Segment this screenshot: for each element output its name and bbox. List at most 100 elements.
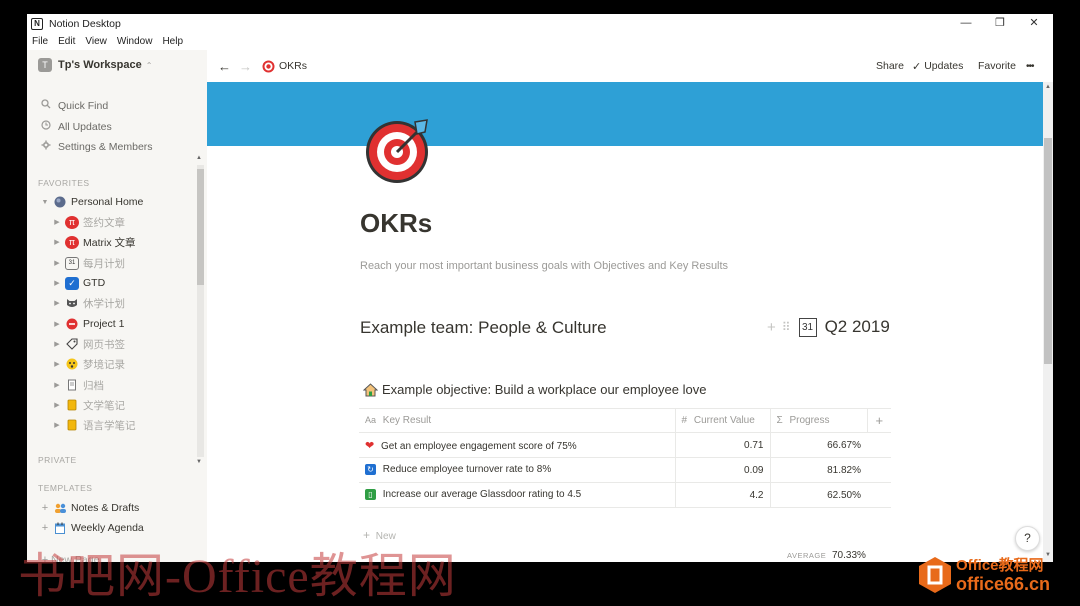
sidebar-page-5[interactable]: ▶ 休学计划 xyxy=(51,295,125,311)
collapsed-triangle-icon[interactable]: ▶ xyxy=(51,360,63,368)
page-cover[interactable] xyxy=(207,82,1043,146)
sidebar-page-8[interactable]: ▶ 梦境记录 xyxy=(51,356,125,372)
sidebar-page-9[interactable]: ▶ 归档 xyxy=(51,377,104,393)
sidebar-item-settings[interactable]: Settings & Members xyxy=(39,140,153,153)
scrollbar-thumb[interactable] xyxy=(1044,138,1052,364)
collapsed-triangle-icon[interactable]: ▶ xyxy=(51,259,63,267)
key-results-table: Aa Key Result # Current Value Σ Progress… xyxy=(359,408,891,508)
progress-cell[interactable]: 81.82% xyxy=(769,457,867,483)
sidebar-page-10[interactable]: ▶ 文学笔记 xyxy=(51,397,125,413)
column-header-key-result[interactable]: Aa Key Result xyxy=(359,408,675,433)
collapsed-triangle-icon[interactable]: ▶ xyxy=(51,238,63,246)
watermark-text: 书吧网-Office教程网 xyxy=(18,550,457,603)
collapsed-triangle-icon[interactable]: ▶ xyxy=(51,320,63,328)
column-header-current-value[interactable]: # Current Value xyxy=(674,408,770,433)
collapsed-triangle-icon[interactable]: ▶ xyxy=(51,421,63,429)
menu-file[interactable]: File xyxy=(32,36,48,47)
close-button[interactable]: ✕ xyxy=(1017,14,1051,33)
plus-icon[interactable]: + xyxy=(39,502,51,514)
current-value-cell[interactable]: 0.71 xyxy=(674,432,770,458)
help-button[interactable]: ? xyxy=(1015,526,1040,551)
check-icon: ✓ xyxy=(912,60,922,73)
table-row[interactable]: ↻ Reduce employee turnover rate to 8% 0.… xyxy=(359,457,891,483)
menu-help[interactable]: Help xyxy=(162,36,183,47)
scroll-up-arrow-icon[interactable]: ▲ xyxy=(1045,84,1051,90)
cat-face-icon xyxy=(65,297,79,310)
collapsed-triangle-icon[interactable]: ▶ xyxy=(51,299,63,307)
sidebar-page-2[interactable]: ▶ π Matrix 文章 xyxy=(51,234,136,250)
sidebar-item-quick-find[interactable]: Quick Find xyxy=(39,99,108,112)
collapsed-triangle-icon[interactable]: ▶ xyxy=(51,401,63,409)
forward-arrow-icon[interactable]: → xyxy=(239,59,252,74)
scroll-down-arrow-icon[interactable]: ▼ xyxy=(196,459,202,465)
back-arrow-icon[interactable]: ← xyxy=(218,59,231,74)
page-description[interactable]: Reach your most important business goals… xyxy=(360,260,728,272)
more-options-icon[interactable]: ••• xyxy=(1026,61,1034,72)
sidebar-scrollbar[interactable]: ▲ ▼ xyxy=(195,155,205,465)
menu-edit[interactable]: Edit xyxy=(58,36,75,47)
heart-icon: ❤ xyxy=(365,439,375,452)
quarter-heading[interactable]: + ⠿ 31 Q2 2019 xyxy=(767,317,890,337)
drag-handle-icon[interactable]: ⠿ xyxy=(782,320,791,334)
collapsed-triangle-icon[interactable]: ▶ xyxy=(51,340,63,348)
workspace-switcher[interactable]: T Tp's Workspace ⌃ xyxy=(38,58,152,72)
key-result-cell[interactable]: ▯ Increase our average Glassdoor rating … xyxy=(359,482,675,508)
collapsed-triangle-icon[interactable]: ▶ xyxy=(51,279,63,287)
add-block-plus-icon[interactable]: + xyxy=(767,319,776,336)
column-header-label: Progress xyxy=(789,415,830,426)
sidebar-page-label: 文学笔记 xyxy=(83,399,125,412)
page-title[interactable]: OKRs xyxy=(360,208,432,239)
plus-icon[interactable]: + xyxy=(39,522,51,534)
maximize-button[interactable]: ❐ xyxy=(983,14,1017,33)
collapsed-triangle-icon[interactable]: ▶ xyxy=(51,218,63,226)
sidebar-page-4[interactable]: ▶ ✓ GTD xyxy=(51,275,105,291)
updates-button[interactable]: ✓ Updates xyxy=(912,60,963,73)
sidebar-page-11[interactable]: ▶ 语言学笔记 xyxy=(51,417,135,433)
menu-view[interactable]: View xyxy=(85,36,107,47)
key-result-cell[interactable]: ❤ Get an employee engagement score of 75… xyxy=(359,432,675,458)
scrollbar-thumb[interactable] xyxy=(197,169,204,285)
main-scrollbar[interactable]: ▲ ▼ xyxy=(1043,82,1053,562)
sidebar-item-all-updates[interactable]: All Updates xyxy=(39,120,112,133)
tag-icon xyxy=(65,338,79,351)
sidebar-page-3[interactable]: ▶ 31 每月计划 xyxy=(51,255,125,271)
sidebar: T Tp's Workspace ⌃ Quick Find All Update… xyxy=(27,50,207,562)
scroll-up-arrow-icon[interactable]: ▲ xyxy=(196,155,202,161)
minimize-button[interactable]: — xyxy=(949,14,983,33)
sidebar-page-personal-home[interactable]: ▼ Personal Home xyxy=(39,194,144,210)
sidebar-page-1[interactable]: ▶ π 签约文章 xyxy=(51,214,125,230)
key-result-cell[interactable]: ↻ Reduce employee turnover rate to 8% xyxy=(359,457,675,483)
sidebar-template-weekly-agenda[interactable]: + Weekly Agenda xyxy=(39,520,144,536)
average-label: AVERAGE xyxy=(787,551,827,560)
team-heading[interactable]: Example team: People & Culture xyxy=(360,318,607,338)
key-result-text: Increase our average Glassdoor rating to… xyxy=(382,489,582,501)
column-header-progress[interactable]: Σ Progress xyxy=(769,408,867,433)
sidebar-page-label: 归档 xyxy=(83,379,104,392)
page-target-icon[interactable] xyxy=(365,116,433,184)
refresh-icon: ↻ xyxy=(365,464,376,476)
table-row[interactable]: ▯ Increase our average Glassdoor rating … xyxy=(359,482,891,508)
empty-cell xyxy=(867,457,891,483)
add-column-plus-icon[interactable]: + xyxy=(866,408,891,433)
sidebar-template-notes-drafts[interactable]: + Notes & Drafts xyxy=(39,500,140,516)
progress-average[interactable]: AVERAGE 70.33% xyxy=(787,550,866,561)
objective-heading[interactable]: Example objective: Build a workplace our… xyxy=(363,382,706,397)
progress-cell[interactable]: 66.67% xyxy=(769,432,867,458)
table-header-row: Aa Key Result # Current Value Σ Progress… xyxy=(359,408,891,433)
current-value-cell[interactable]: 0.09 xyxy=(674,457,770,483)
progress-cell[interactable]: 62.50% xyxy=(769,482,867,508)
share-button[interactable]: Share xyxy=(876,60,904,72)
no-entry-icon xyxy=(65,318,79,331)
collapsed-triangle-icon[interactable]: ▶ xyxy=(51,381,63,389)
sidebar-page-7[interactable]: ▶ 网页书签 xyxy=(51,336,125,352)
breadcrumb[interactable]: OKRs xyxy=(262,60,307,73)
current-value-cell[interactable]: 4.2 xyxy=(674,482,770,508)
sidebar-page-label: 梦境记录 xyxy=(83,358,125,371)
expanded-triangle-icon[interactable]: ▼ xyxy=(39,199,51,206)
calendar-pad-icon xyxy=(53,522,67,535)
favorite-button[interactable]: Favorite xyxy=(978,60,1016,72)
gear-icon xyxy=(39,140,53,153)
sidebar-page-6[interactable]: ▶ Project 1 xyxy=(51,316,124,332)
menu-window[interactable]: Window xyxy=(117,36,153,47)
table-row[interactable]: ❤ Get an employee engagement score of 75… xyxy=(359,432,891,458)
